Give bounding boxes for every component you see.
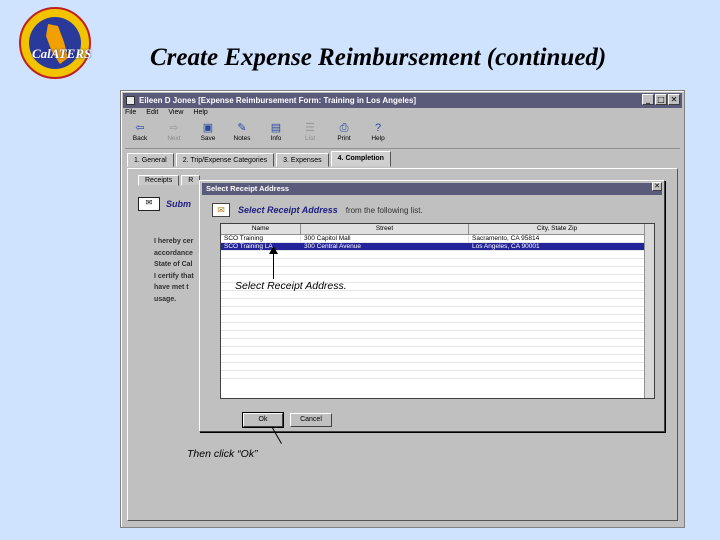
select-address-callout: Select Receipt Address. — [235, 280, 347, 292]
info-button[interactable]: ▤ Info — [261, 121, 291, 148]
info-icon: ▤ — [270, 122, 282, 134]
dialog-close-button[interactable]: ✕ — [652, 182, 662, 191]
help-button[interactable]: ? Help — [363, 121, 393, 148]
window-app-icon — [126, 96, 135, 105]
subtab-partial[interactable]: R — [181, 175, 201, 186]
window-title: Eileen D Jones [Expense Reimbursement Fo… — [139, 96, 417, 105]
notes-label: Notes — [233, 135, 251, 142]
logo-text: CalATERS — [32, 46, 92, 61]
column-street[interactable]: Street — [301, 224, 469, 234]
notes-button[interactable]: ✎ Notes — [227, 121, 257, 148]
cell-city: Sacramento, CA 95814 — [469, 235, 646, 242]
address-grid: Name Street City, State Zip SCO Training… — [220, 223, 655, 399]
close-button[interactable]: ✕ — [668, 94, 680, 105]
envelope-icon: ✉ — [212, 203, 230, 217]
save-label: Save — [200, 135, 216, 142]
dialog-titlebar[interactable]: Select Receipt Address — [202, 183, 662, 195]
cell-street: 300 Central Avenue — [301, 243, 469, 250]
next-label: Next — [167, 135, 181, 142]
info-label: Info — [270, 135, 282, 142]
grid-scrollbar[interactable] — [644, 224, 654, 398]
slide-title: Create Expense Reimbursement (continued) — [150, 44, 607, 71]
empty-row — [221, 267, 654, 275]
menu-bar: File Edit View Help — [125, 109, 208, 121]
menu-edit[interactable]: Edit — [146, 109, 158, 121]
back-label: Back — [132, 135, 148, 142]
table-row-selected[interactable]: SCO Training LA 300 Central Avenue Los A… — [221, 243, 654, 251]
cell-city: Los Angeles, CA 90001 — [469, 243, 646, 250]
empty-row — [221, 355, 654, 363]
empty-row — [221, 347, 654, 355]
cancel-button[interactable]: Cancel — [290, 413, 332, 427]
list-button[interactable]: ☰ List — [295, 121, 325, 148]
menu-file[interactable]: File — [125, 109, 136, 121]
calaters-logo: CalATERS — [10, 6, 100, 80]
save-icon: ▣ — [202, 122, 214, 134]
tab-completion[interactable]: 4. Completion — [330, 151, 391, 167]
tab-expenses[interactable]: 3. Expenses — [276, 153, 329, 167]
cell-street: 300 Capitol Mall — [301, 235, 469, 242]
minimize-button[interactable]: _ — [642, 94, 654, 105]
empty-row — [221, 251, 654, 259]
column-city-state-zip[interactable]: City, State Zip — [469, 224, 646, 234]
help-icon: ? — [374, 122, 382, 134]
submit-icon: ✉ — [138, 197, 160, 211]
back-button[interactable]: ⇦ Back — [125, 121, 155, 148]
submit-heading: ✉ Subm — [138, 197, 191, 211]
completion-subtabs: Receipts R — [138, 175, 201, 186]
empty-row — [221, 371, 654, 379]
menu-help[interactable]: Help — [193, 109, 207, 121]
list-label: List — [304, 135, 316, 142]
submit-heading-text: Subm — [166, 199, 192, 209]
tab-general[interactable]: 1. General — [127, 153, 174, 167]
tab-trip-expense-categories[interactable]: 2. Trip/Expense Categories — [175, 153, 275, 167]
select-address-pointer — [273, 252, 274, 279]
next-button[interactable]: ⇨ Next — [159, 121, 189, 148]
empty-row — [221, 315, 654, 323]
dialog-heading-strong: Select Receipt Address — [238, 205, 338, 215]
empty-row — [221, 363, 654, 371]
select-receipt-address-dialog: Select Receipt Address ✕ ✉ Select Receip… — [199, 180, 665, 432]
pointer-arrow-up-icon — [269, 246, 278, 254]
notes-icon: ✎ — [237, 122, 247, 134]
cell-name: SCO Training LA — [221, 243, 301, 250]
form-tabs: 1. General 2. Trip/Expense Categories 3.… — [127, 151, 391, 167]
empty-row — [221, 331, 654, 339]
print-button[interactable]: ⎙ Print — [329, 121, 359, 148]
empty-row — [221, 339, 654, 347]
subtab-receipts[interactable]: Receipts — [138, 175, 180, 186]
empty-row — [221, 307, 654, 315]
menu-view[interactable]: View — [168, 109, 183, 121]
print-label: Print — [337, 135, 351, 142]
save-button[interactable]: ▣ Save — [193, 121, 223, 148]
back-arrow-icon: ⇦ — [135, 122, 145, 134]
table-row[interactable]: SCO Training 300 Capitol Mall Sacramento… — [221, 235, 654, 243]
grid-header: Name Street City, State Zip — [221, 224, 654, 235]
empty-row — [221, 323, 654, 331]
ok-button[interactable]: Ok — [242, 412, 284, 428]
empty-row — [221, 259, 654, 267]
print-icon: ⎙ — [339, 122, 349, 134]
next-arrow-icon: ⇨ — [169, 122, 179, 134]
cell-name: SCO Training — [221, 235, 301, 242]
dialog-heading-rest: from the following list. — [345, 205, 423, 215]
column-name[interactable]: Name — [221, 224, 301, 234]
dialog-heading: ✉ Select Receipt Address from the follow… — [212, 201, 656, 219]
help-label: Help — [371, 135, 385, 142]
click-ok-callout: Then click “Ok” — [187, 448, 258, 460]
window-titlebar[interactable]: Eileen D Jones [Expense Reimbursement Fo… — [123, 93, 682, 108]
toolbar: ⇦ Back ⇨ Next ▣ Save ✎ Notes ▤ Info ☰ Li… — [125, 121, 680, 149]
empty-row — [221, 299, 654, 307]
list-icon: ☰ — [305, 122, 315, 134]
empty-row — [221, 291, 654, 299]
maximize-button[interactable]: □ — [655, 94, 667, 105]
